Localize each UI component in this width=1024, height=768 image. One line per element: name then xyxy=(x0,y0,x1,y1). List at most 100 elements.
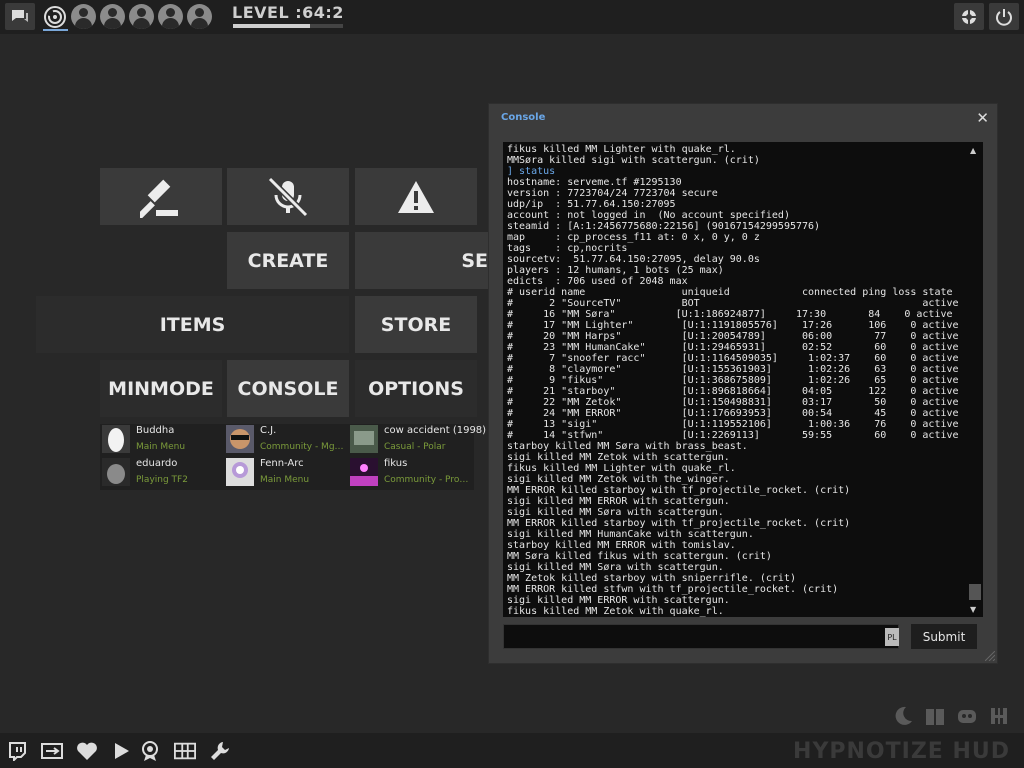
console-line: players : 12 humans, 1 bots (25 max) xyxy=(507,265,724,276)
friend-status: Main Menu xyxy=(136,442,186,452)
console-button[interactable]: CONSOLE xyxy=(227,360,349,417)
console-line: MM Zetok killed starboy with sniperrifle… xyxy=(507,573,796,584)
console-line: MM ERROR killed starboy with tf_projecti… xyxy=(507,485,851,496)
console-line: # 9 "fikus" [U:1:368675809] 1:02:26 65 0… xyxy=(507,375,959,386)
console-line: ] status xyxy=(507,166,556,177)
friend-name: Fenn-Arc xyxy=(260,458,304,469)
console-line: sigi killed MM Søra with scattergun. xyxy=(507,562,724,573)
console-line: # 23 "MM HumanCake" [U:1:29465931] 02:52… xyxy=(507,342,959,353)
servers-button-label: SE xyxy=(461,249,488,272)
console-line: # 22 "MM Zetok" [U:1:150498831] 03:17 50… xyxy=(507,397,959,408)
console-window: Console ✕ ▲ ▼ fikus killed MM Lighter wi… xyxy=(488,103,998,664)
console-line: starboy killed MM ERROR with tomislav. xyxy=(507,540,736,551)
console-line: MMSøra killed sigi with scattergun. (cri… xyxy=(507,155,760,166)
friend-item[interactable]: Buddha Main Menu xyxy=(100,424,224,455)
friend-name: Buddha xyxy=(136,425,175,436)
film-icon xyxy=(174,742,196,760)
friend-item[interactable]: fikus Community - Proce... xyxy=(348,457,472,488)
achievements-button[interactable] xyxy=(139,740,161,762)
book-icon[interactable] xyxy=(924,705,946,727)
console-line: # 7 "snoofer racc" [U:1:1164509035] 1:02… xyxy=(507,353,959,364)
minmode-button[interactable]: MINMODE xyxy=(100,360,222,417)
friend-avatar xyxy=(226,425,254,453)
party-slot-avatar[interactable] xyxy=(100,4,125,29)
warning-button[interactable] xyxy=(355,168,477,225)
console-command-input[interactable] xyxy=(503,624,899,649)
muted-mic-icon xyxy=(267,176,309,217)
close-icon[interactable]: ✕ xyxy=(976,109,989,127)
top-bar: LEVEL :64:2 xyxy=(0,0,1024,34)
party-slot-avatar[interactable] xyxy=(158,4,183,29)
friend-status: Community - Proce... xyxy=(384,475,472,485)
friend-avatar xyxy=(102,458,130,486)
console-title: Console xyxy=(501,112,546,123)
friend-name: eduardo xyxy=(136,458,178,469)
friend-item[interactable]: Fenn-Arc Main Menu xyxy=(224,457,348,488)
corner-icon-group xyxy=(892,705,1010,727)
console-line: # 14 "stfwn" [U:1:2269113] 59:55 60 0 ac… xyxy=(507,430,959,441)
console-output[interactable]: ▲ ▼ fikus killed MM Lighter with quake_r… xyxy=(503,142,983,617)
level-progress-bar xyxy=(233,24,343,28)
favorites-button[interactable] xyxy=(76,740,98,762)
console-line: fikus killed MM Zetok with quake_rl. xyxy=(507,606,724,617)
friend-item[interactable]: cow accident (1998) Casual - Polar xyxy=(348,424,486,455)
friend-status: Main Menu xyxy=(260,475,310,485)
scrollbar-thumb[interactable] xyxy=(969,584,981,600)
console-scrollbar[interactable]: ▲ ▼ xyxy=(969,146,981,614)
chat-icon xyxy=(12,9,28,22)
hud-logo-icon[interactable] xyxy=(988,705,1010,727)
heart-icon xyxy=(77,742,97,760)
party-slot-avatar[interactable] xyxy=(71,4,96,29)
play-button[interactable] xyxy=(110,740,132,762)
console-line: sigi killed MM Søra with scattergun. xyxy=(507,507,724,518)
create-server-button[interactable]: CREATE xyxy=(227,232,349,289)
friend-item[interactable]: C.J. Community - Mge T... xyxy=(224,424,348,455)
scroll-down-arrow-icon[interactable]: ▼ xyxy=(970,605,976,614)
mute-button[interactable] xyxy=(227,168,349,225)
party-slot-avatar[interactable] xyxy=(129,4,154,29)
console-line: sigi killed MM ERROR with scattergun. xyxy=(507,496,730,507)
party-slot-avatar[interactable] xyxy=(187,4,212,29)
friend-status: Casual - Polar xyxy=(384,442,446,452)
twitch-button[interactable] xyxy=(6,740,28,762)
console-line: MM ERROR killed stfwn with tf_projectile… xyxy=(507,584,839,595)
console-line: version : 7723704/24 7723704 secure xyxy=(507,188,718,199)
friend-avatar xyxy=(102,425,130,453)
language-indicator: PL xyxy=(885,628,899,646)
console-line: udp/ip : 51.77.64.150:27095 xyxy=(507,199,676,210)
active-tab-underline xyxy=(43,29,68,31)
console-line: fikus killed MM Lighter with quake_rl. xyxy=(507,144,736,155)
friend-status: Playing TF2 xyxy=(136,475,188,485)
settings-button[interactable] xyxy=(954,3,984,30)
servers-button[interactable]: SE xyxy=(355,232,488,289)
friend-name: fikus xyxy=(384,458,408,469)
console-line: # 16 "MM Søra" [U:1:186924877] 17:30 84 … xyxy=(507,309,953,320)
twitch-icon xyxy=(9,742,26,761)
items-button[interactable]: ITEMS xyxy=(36,296,349,353)
moon-icon[interactable] xyxy=(892,705,914,727)
tools-button[interactable] xyxy=(209,740,231,762)
chat-button[interactable] xyxy=(5,3,35,30)
resize-grip-icon[interactable] xyxy=(985,651,995,661)
report-button[interactable] xyxy=(100,168,222,225)
console-line: sigi killed MM HumanCake with scattergun… xyxy=(507,529,754,540)
friend-status: Community - Mge T... xyxy=(260,442,348,452)
console-line: starboy killed MM Søra with brass_beast. xyxy=(507,441,748,452)
discord-icon[interactable] xyxy=(956,705,978,727)
console-line: hostname: serveme.tf #1295130 xyxy=(507,177,682,188)
quit-button[interactable] xyxy=(989,3,1019,30)
scroll-up-arrow-icon[interactable]: ▲ xyxy=(970,146,976,155)
console-line: steamid : [A:1:2456775680:22156] (901671… xyxy=(507,221,821,232)
replay-button[interactable] xyxy=(174,740,196,762)
medal-icon xyxy=(142,741,158,761)
store-button[interactable]: STORE xyxy=(355,296,477,353)
submit-button[interactable]: Submit xyxy=(911,624,977,649)
options-button[interactable]: OPTIONS xyxy=(355,360,477,417)
console-line: account : not logged in (No account spec… xyxy=(507,210,790,221)
server-browser-button[interactable] xyxy=(41,740,63,762)
console-line: sigi killed MM ERROR with scattergun. xyxy=(507,595,730,606)
console-line: # 17 "MM Lighter" [U:1:1191805576] 17:26… xyxy=(507,320,959,331)
console-line: # 24 "MM ERROR" [U:1:176693953] 00:54 45… xyxy=(507,408,959,419)
hypnotize-logo-button[interactable] xyxy=(40,3,70,30)
friend-item[interactable]: eduardo Playing TF2 xyxy=(100,457,224,488)
